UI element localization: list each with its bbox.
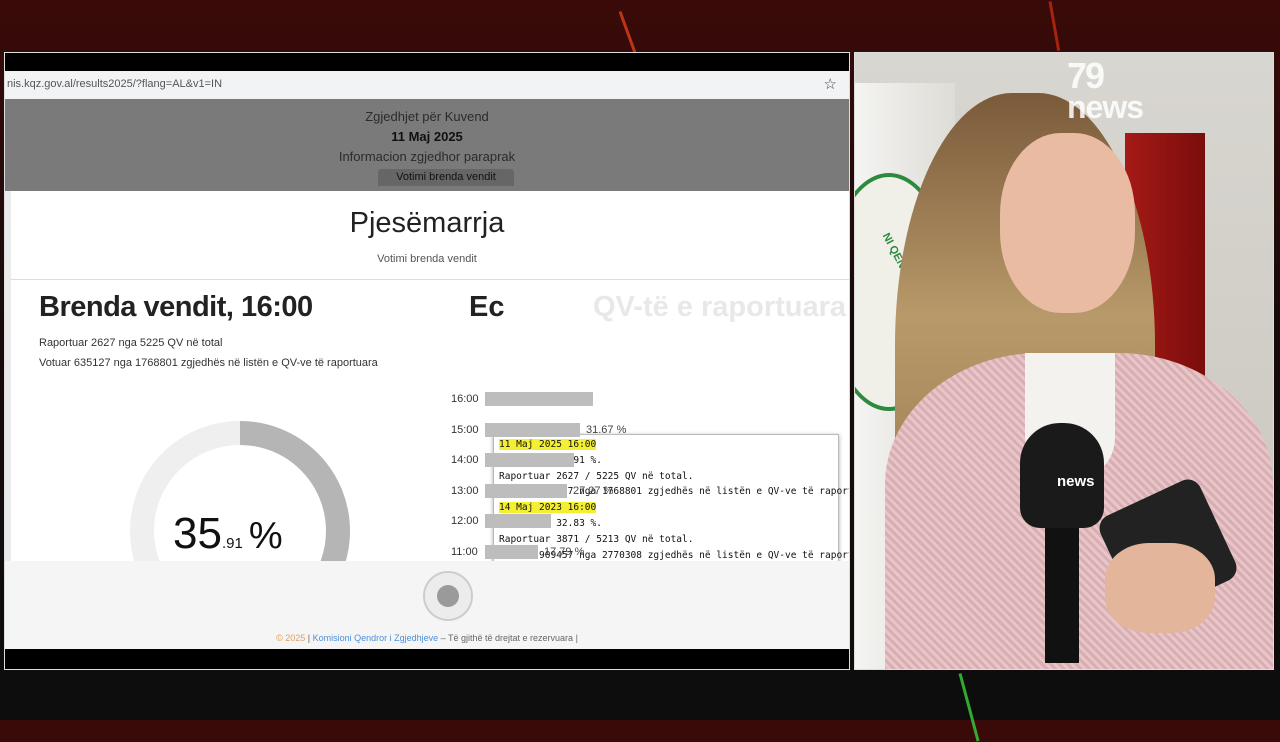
turnout-bar[interactable] [485,422,580,437]
site-footer: © 2025 | Komisioni Qendror i Zgjedhjeve … [5,561,849,649]
footer-rights: – Të gjithë të drejtat e rezervuara [440,633,574,643]
kqz-logo[interactable] [423,571,473,621]
election-info: Informacion zgjedhor paraprak [338,149,516,164]
reporter-face [1000,133,1135,313]
bar-value-label: 17.79 % [544,545,585,558]
bar-value-label: 27.27 % [573,484,614,497]
background-streak [1048,1,1061,52]
tooltip-reported-text: Raportuar 3871 / 5213 QV në total. [499,533,694,545]
page-subtitle: Votimi brenda vendit [377,253,477,265]
reported-stations-text: Raportuar 2627 nga 5225 QV në total [39,337,223,349]
browser-window: nis.kqz.gov.al/results2025/?flang=AL&v1=… [4,52,850,670]
time-label: 15:00 [451,423,479,436]
address-bar[interactable]: nis.kqz.gov.al/results2025/?flang=AL&v1=… [5,71,849,100]
star-icon[interactable]: ☆ [824,75,837,93]
turnout-integer: 35 [173,509,222,558]
time-label: 14:00 [451,454,479,466]
turnout-bar[interactable] [485,453,574,467]
turnout-value: 35.91% [173,509,283,559]
logo-word: news [1067,89,1144,125]
tooltip-date-text: 11 Maj 2025 16:00 [499,439,597,450]
turnout-bar[interactable] [485,483,567,498]
tab-domestic-voting[interactable]: Votimi brenda vendit [378,169,514,186]
tooltip-reported: Raportuar 3871 / 5213 QV në total. [499,534,693,545]
turnout-decimals: .91 [221,535,243,552]
section-divider [11,279,849,280]
footer-text: © 2025 | Komisioni Qendror i Zgjedhjeve … [276,633,578,643]
time-label: 11:00 [451,545,478,558]
turnout-bar[interactable] [485,514,551,528]
tooltip-reported: Raportuar 2627 / 5225 QV në total. [499,471,693,482]
microphone-handle [1045,523,1079,663]
bar-value-label: 31.67 % [586,423,627,436]
channel-logo: 79 news [1067,55,1177,125]
site-header: Zgjedhjet për Kuvend 11 Maj 2025 Informa… [5,99,849,191]
reporter-video: NI QENDROR news 79 news [854,52,1274,670]
left-strip [5,191,11,561]
page-title: Pjesëmarrja [349,207,505,239]
footer-copyright: © 2025 [276,633,306,643]
tooltip-date: 14 Maj 2023 16:00 [499,502,597,514]
time-label: 16:00 [451,393,479,405]
time-label: 12:00 [451,515,479,527]
right-section-title-faded: QV-të e raportuara [593,291,847,323]
tooltip-date-text: 14 Maj 2023 16:00 [499,502,597,514]
voted-count-text: Votuar 635127 nga 1768801 zgjedhës në li… [39,357,378,369]
turnout-bar[interactable] [485,392,593,406]
turnout-percent-sign: % [248,515,283,557]
election-title: Zgjedhjet për Kuvend [365,109,489,124]
turnout-bar[interactable] [485,544,538,559]
reporter-hand [1105,543,1215,633]
right-section-title: Ec [469,291,505,323]
footer-org-link[interactable]: Komisioni Qendror i Zgjedhjeve [313,633,439,643]
microphone-logo: news [1057,473,1095,490]
section-title: Brenda vendit, 16:00 [39,291,313,323]
tooltip-date: 11 Maj 2025 16:00 [499,439,597,450]
page-body: Pjesëmarrja Votimi brenda vendit Brenda … [5,191,849,632]
tooltip-reported-text: Raportuar 2627 / 5225 QV në total. [499,470,694,482]
kqz-logo-mark [437,585,459,607]
background-streak [958,673,980,742]
time-label: 13:00 [451,484,479,497]
url-text[interactable]: nis.kqz.gov.al/results2025/?flang=AL&v1=… [7,78,222,90]
election-date: 11 Maj 2025 [391,129,463,144]
